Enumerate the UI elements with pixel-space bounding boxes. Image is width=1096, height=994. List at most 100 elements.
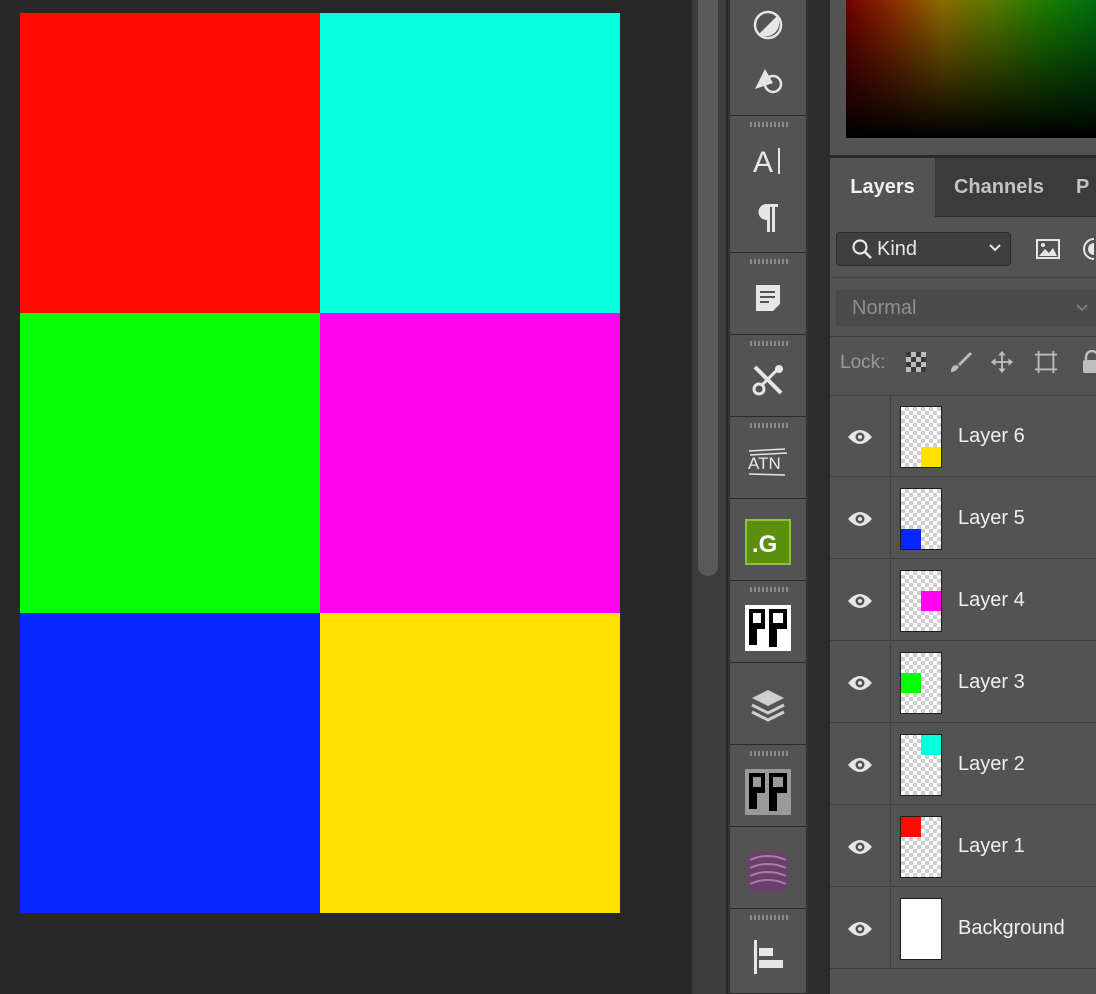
lock-artboard-icon[interactable]: [1034, 350, 1058, 374]
thumbnail-color-mark: [921, 735, 941, 755]
layer-name[interactable]: Layer 6: [958, 396, 1025, 477]
visibility-toggle[interactable]: [830, 724, 891, 805]
swatch-yellow: [320, 613, 620, 913]
blend-mode-select[interactable]: Normal: [836, 290, 1096, 326]
eye-icon: [847, 428, 873, 446]
eye-icon: [847, 674, 873, 692]
layer-name[interactable]: Layer 1: [958, 806, 1025, 887]
svg-text:.G: .G: [752, 531, 777, 558]
layer-thumbnail[interactable]: [900, 406, 942, 468]
grip-handle[interactable]: [750, 587, 788, 592]
image-filter-icon[interactable]: [1035, 237, 1061, 261]
tool-group: [730, 827, 806, 909]
layer-thumbnail[interactable]: [900, 652, 942, 714]
adjustment-filter-icon[interactable]: [1082, 237, 1096, 261]
character-icon[interactable]: A: [730, 136, 806, 186]
layer-name[interactable]: Layer 2: [958, 724, 1025, 805]
layer-row[interactable]: Background: [830, 888, 1096, 969]
tool-group: A: [730, 116, 806, 253]
visibility-toggle[interactable]: [830, 560, 891, 641]
tool-group: .G: [730, 499, 806, 581]
lock-all-icon[interactable]: [1080, 350, 1096, 374]
layer-thumbnail[interactable]: [900, 816, 942, 878]
layer-row[interactable]: Layer 6: [830, 396, 1096, 477]
blend-mode-label: Normal: [852, 296, 917, 319]
lock-label: Lock:: [840, 352, 886, 373]
actions-atn-icon[interactable]: ATN: [730, 437, 806, 487]
filter-kind-select[interactable]: Kind: [836, 232, 1011, 266]
visibility-toggle[interactable]: [830, 396, 891, 477]
g-plugin-icon[interactable]: .G: [730, 517, 806, 567]
tool-group: [730, 253, 806, 335]
scrollbar-thumb[interactable]: [698, 0, 718, 576]
tool-group: [730, 581, 806, 663]
tool-group: [730, 335, 806, 417]
eye-icon: [847, 920, 873, 938]
notes-icon[interactable]: [730, 273, 806, 323]
texture-swatch-icon[interactable]: [730, 847, 806, 897]
svg-text:A: A: [753, 146, 773, 178]
svg-text:ATN: ATN: [748, 454, 781, 473]
align-icon[interactable]: [730, 931, 806, 981]
visibility-toggle[interactable]: [830, 888, 891, 969]
blend-mode-row: Normal: [830, 278, 1096, 337]
layers-panel: Layers Channels P Kind Normal Lock: Laye…: [830, 158, 1096, 994]
pixel-plugin-2-icon[interactable]: [730, 767, 806, 817]
thumbnail-color-mark: [901, 529, 921, 549]
tool-group: [730, 0, 806, 116]
layer-filter-row: Kind: [830, 217, 1096, 278]
thumbnail-color-mark: [901, 673, 921, 693]
eye-icon: [847, 510, 873, 528]
layer-name[interactable]: Layer 3: [958, 642, 1025, 723]
layer-row[interactable]: Layer 4: [830, 560, 1096, 641]
tab-paths[interactable]: P: [1076, 158, 1096, 216]
layer-row[interactable]: Layer 5: [830, 478, 1096, 559]
pixel-plugin-icon[interactable]: [730, 603, 806, 653]
layer-row[interactable]: Layer 1: [830, 806, 1096, 887]
color-picker-field[interactable]: [846, 0, 1096, 138]
layer-thumbnail[interactable]: [900, 734, 942, 796]
thumbnail-color-mark: [921, 447, 941, 467]
search-icon: [851, 238, 873, 260]
thumbnail-color-mark: [901, 817, 921, 837]
layer-row[interactable]: Layer 2: [830, 724, 1096, 805]
lock-transparency-icon[interactable]: [904, 350, 928, 374]
channel-mixer-icon[interactable]: [730, 0, 806, 50]
lock-pixels-brush-icon[interactable]: [948, 350, 972, 374]
chevron-down-icon: [1075, 303, 1089, 313]
tab-layers[interactable]: Layers: [830, 158, 935, 217]
grip-handle[interactable]: [750, 915, 788, 920]
tool-group: [730, 663, 806, 745]
grip-handle[interactable]: [750, 341, 788, 346]
layer-thumbnail[interactable]: [900, 570, 942, 632]
tab-channels[interactable]: Channels: [937, 158, 1061, 216]
layer-thumbnail[interactable]: [900, 488, 942, 550]
eye-icon: [847, 756, 873, 774]
tool-group: ATN: [730, 417, 806, 499]
canvas-area[interactable]: [0, 0, 692, 994]
layer-name[interactable]: Layer 5: [958, 478, 1025, 559]
filter-kind-label: Kind: [877, 237, 918, 260]
grip-handle[interactable]: [750, 122, 788, 127]
visibility-toggle[interactable]: [830, 478, 891, 559]
swatch-cyan: [320, 13, 620, 313]
layer-name[interactable]: Background: [958, 888, 1065, 969]
swatch-green: [20, 313, 320, 613]
grip-handle[interactable]: [750, 751, 788, 756]
visibility-toggle[interactable]: [830, 806, 891, 887]
layers-stack-icon[interactable]: [730, 681, 806, 731]
paragraph-icon[interactable]: [730, 192, 806, 242]
layer-thumbnail[interactable]: [900, 898, 942, 960]
layer-name[interactable]: Layer 4: [958, 560, 1025, 641]
grip-handle[interactable]: [750, 423, 788, 428]
panel-icon-strip: A ATN .G: [728, 0, 808, 994]
layer-row[interactable]: Layer 3: [830, 642, 1096, 723]
panel-tab-bar: Layers Channels P: [830, 158, 1096, 217]
lock-position-move-icon[interactable]: [990, 350, 1014, 374]
grip-handle[interactable]: [750, 259, 788, 264]
visibility-toggle[interactable]: [830, 642, 891, 723]
shape-rotate-icon[interactable]: [730, 54, 806, 104]
document-canvas[interactable]: [20, 13, 620, 913]
swatch-magenta: [320, 313, 620, 613]
tools-icon[interactable]: [730, 355, 806, 405]
